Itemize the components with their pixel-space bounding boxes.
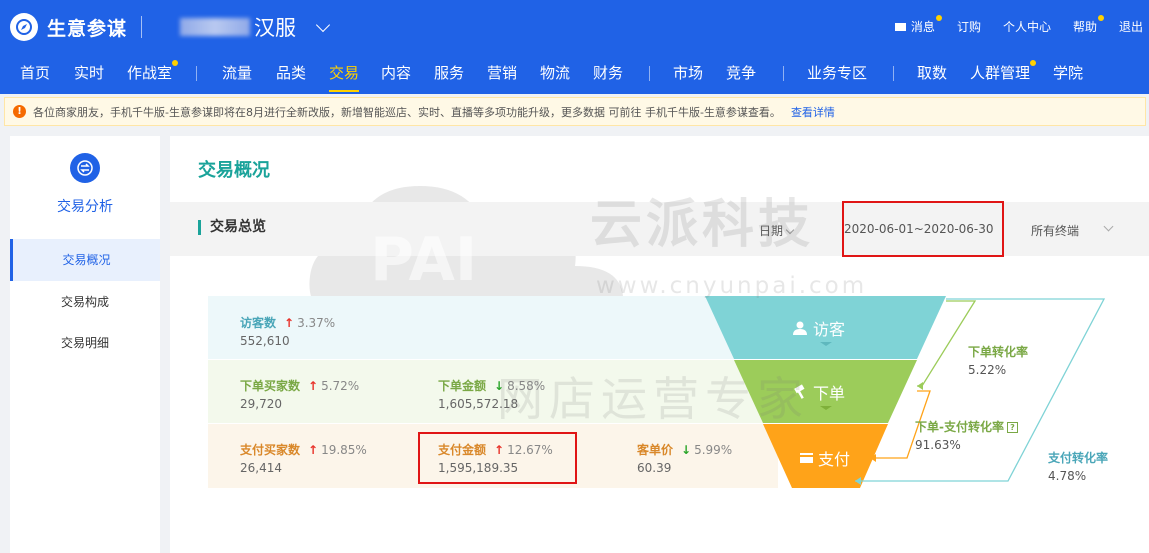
sidebar-item-trade-composition[interactable]: 交易构成	[10, 281, 160, 323]
conversion-name: 下单转化率	[968, 345, 1029, 359]
notification-dot	[172, 60, 179, 66]
nav-category[interactable]: 品类	[276, 62, 306, 83]
nav-logistics[interactable]: 物流	[540, 62, 570, 83]
user-center-label: 个人中心	[1002, 20, 1051, 34]
nav-content[interactable]: 内容	[381, 62, 411, 83]
notification-dot	[1030, 60, 1037, 66]
logout-label: 退出	[1118, 20, 1143, 34]
nav-data-fetch[interactable]: 取数	[917, 62, 947, 83]
nav-finance[interactable]: 财务	[593, 62, 623, 83]
conversion-value: 91.63%	[915, 438, 961, 452]
sidebar: 交易分析 交易概况 交易构成 交易明细	[10, 136, 160, 553]
funnel-stage-name: 下单	[813, 384, 846, 403]
sidebar-item-trade-overview[interactable]: 交易概况	[10, 239, 160, 281]
shop-switcher[interactable]: 汉服	[180, 11, 331, 43]
nav-divider	[196, 66, 197, 81]
card-icon	[800, 453, 813, 463]
app-name: 生意参谋	[47, 17, 128, 40]
main-panel: 交易概况 交易总览 日期 2020-06-01~2020-06-30 所有终端 …	[170, 136, 1149, 553]
nav-crowd-label: 人群管理	[970, 64, 1031, 82]
funnel-stage-name: 支付	[818, 450, 851, 469]
hammer-icon	[794, 384, 805, 399]
brand[interactable]: 生意参谋	[10, 11, 143, 43]
top-header: 生意参谋 汉服 消息 订购 个人中心 帮助 退出 首页 实时 作战室 流量 品类…	[0, 0, 1149, 94]
funnel-stage-name: 访客	[813, 320, 846, 339]
messages-link[interactable]: 消息	[894, 15, 942, 35]
compass-icon	[10, 13, 38, 41]
sidebar-title: 交易分析	[57, 199, 113, 215]
help-link[interactable]: 帮助	[1072, 15, 1104, 35]
notice-details-link[interactable]: 查看详情	[791, 104, 835, 120]
nav-divider	[893, 66, 894, 81]
conversion-name: 下单-支付转化率	[915, 420, 1004, 434]
notification-dot	[935, 15, 942, 21]
shop-name: 汉服	[254, 16, 296, 40]
nav-marketing[interactable]: 营销	[487, 62, 517, 83]
conversion-value: 5.22%	[968, 363, 1007, 377]
funnel-payments-label: 支付	[799, 446, 850, 470]
utility-links: 消息 订购 个人中心 帮助 退出	[894, 15, 1149, 35]
conversion-order-pay-rate: 下单-支付转化率? 91.63%	[915, 418, 1018, 452]
user-icon	[793, 321, 807, 335]
sidebar-item-trade-details[interactable]: 交易明细	[10, 322, 160, 364]
subscribe-label: 订购	[956, 20, 981, 34]
nav-home[interactable]: 首页	[20, 62, 50, 83]
nav-market[interactable]: 市场	[673, 62, 703, 83]
help-label: 帮助	[1072, 20, 1097, 34]
conversion-pay-rate: 支付转化率 4.78%	[1048, 449, 1108, 483]
nav-realtime[interactable]: 实时	[74, 62, 104, 83]
brand-divider	[141, 16, 143, 38]
nav-crowd-management[interactable]: 人群管理	[970, 60, 1037, 83]
nav-trade[interactable]: 交易	[329, 62, 360, 92]
conversion-value: 4.78%	[1048, 469, 1087, 483]
nav-business-zone[interactable]: 业务专区	[807, 62, 867, 83]
nav-traffic[interactable]: 流量	[222, 62, 252, 83]
shop-name-blurred	[180, 18, 250, 36]
conversion-name: 支付转化率	[1048, 451, 1109, 465]
subscribe-link[interactable]: 订购	[957, 18, 981, 35]
nav-competition[interactable]: 竞争	[726, 62, 756, 83]
mail-icon	[894, 22, 906, 31]
user-center-link[interactable]: 个人中心	[1003, 18, 1051, 35]
funnel-orders-label: 下单	[792, 380, 845, 404]
nav-service[interactable]: 服务	[434, 62, 464, 83]
logout-link[interactable]: 退出	[1119, 18, 1143, 35]
funnel-visitors-label: 访客	[792, 316, 845, 340]
help-icon[interactable]: ?	[1006, 422, 1018, 433]
nav-divider	[649, 66, 650, 81]
alert-icon: !	[13, 105, 26, 118]
nav-war-room-label: 作战室	[127, 64, 173, 82]
conversion-order-rate: 下单转化率 5.22%	[968, 343, 1028, 377]
nav-academy[interactable]: 学院	[1053, 62, 1083, 83]
nav-divider	[783, 66, 784, 81]
notice-banner: ! 各位商家朋友，手机千牛版-生意参谋即将在8月进行全新改版，新增智能巡店、实时…	[4, 97, 1146, 126]
arrow-left-icon	[917, 382, 923, 390]
notice-text: 各位商家朋友，手机千牛版-生意参谋即将在8月进行全新改版，新增智能巡店、实时、直…	[33, 105, 781, 119]
exchange-icon	[70, 153, 100, 183]
chevron-down-icon	[315, 17, 331, 32]
notification-dot	[1097, 15, 1104, 21]
nav-war-room[interactable]: 作战室	[127, 60, 179, 83]
messages-label: 消息	[910, 20, 935, 34]
